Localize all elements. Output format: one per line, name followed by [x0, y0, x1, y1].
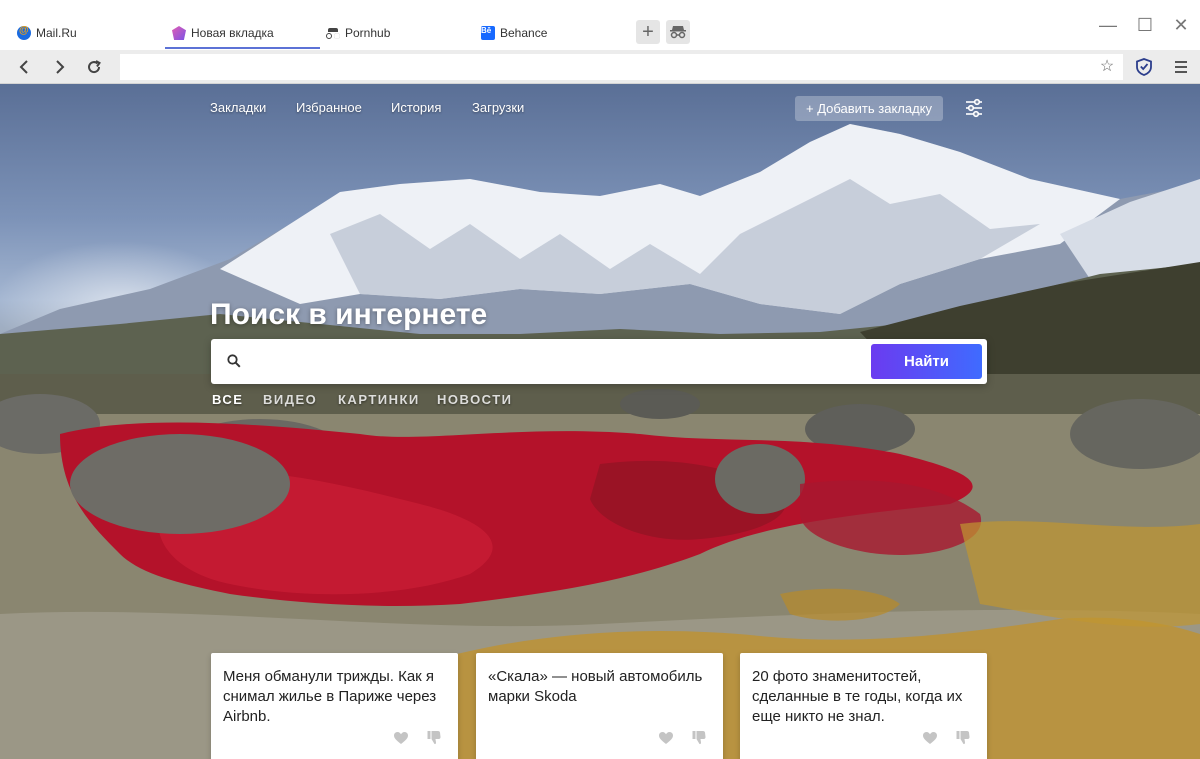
- reload-icon: [88, 60, 101, 74]
- nav-history[interactable]: История: [391, 100, 441, 115]
- incognito-icon: [670, 26, 686, 39]
- reload-button[interactable]: [82, 55, 106, 79]
- news-card-title: Меня обманули трижды. Как я снимал жилье…: [223, 668, 437, 725]
- tab-label: Mail.Ru: [36, 26, 77, 40]
- close-button[interactable]: ✕: [1170, 14, 1192, 36]
- new-tab-page: Закладки Избранное История Загрузки + До…: [0, 84, 1200, 759]
- nav-bookmarks[interactable]: Закладки: [210, 100, 266, 115]
- tab-behance[interactable]: Bē Behance: [481, 20, 547, 46]
- tab-label: Behance: [500, 26, 548, 40]
- behance-icon: Bē: [481, 26, 495, 40]
- news-card-title: «Скала» — новый автомобиль марки Skoda: [488, 668, 703, 705]
- minimize-button[interactable]: —: [1097, 14, 1119, 36]
- tab-bar: Mail.Ru Новая вкладка Pornhub Bē Behance…: [0, 0, 1200, 50]
- tab-label: Pornhub: [345, 26, 391, 40]
- thumbs-down-icon[interactable]: [692, 730, 706, 745]
- chevron-right-icon: [56, 60, 65, 74]
- search-input[interactable]: [253, 345, 863, 378]
- like-heart-icon[interactable]: [922, 731, 938, 745]
- add-bookmark-button[interactable]: + Добавить закладку: [795, 96, 943, 121]
- bookmark-star-icon[interactable]: ☆: [1098, 58, 1116, 76]
- like-heart-icon[interactable]: [393, 731, 409, 745]
- active-tab-indicator: [165, 47, 320, 49]
- tab-pornhub[interactable]: Pornhub: [326, 20, 390, 46]
- mailru-icon: [17, 25, 31, 40]
- new-tab-button[interactable]: +: [636, 20, 660, 44]
- nav-favorites[interactable]: Избранное: [296, 100, 362, 115]
- like-heart-icon[interactable]: [658, 731, 674, 745]
- search-button[interactable]: Найти: [871, 344, 982, 379]
- thumbs-down-icon[interactable]: [956, 730, 970, 745]
- menu-icon[interactable]: [1172, 58, 1190, 76]
- tab-mailru[interactable]: Mail.Ru: [17, 20, 77, 46]
- nav-downloads[interactable]: Загрузки: [472, 100, 524, 115]
- news-card[interactable]: 20 фото знаменитостей, сделанные в те го…: [740, 653, 987, 759]
- settings-sliders-icon[interactable]: [964, 98, 984, 118]
- search-box: Найти: [211, 339, 987, 384]
- tab-label: Новая вкладка: [191, 26, 274, 40]
- search-tab-images[interactable]: КАРТИНКИ: [338, 392, 420, 407]
- maximize-button[interactable]: ☐: [1134, 14, 1156, 36]
- search-tab-all[interactable]: ВСЕ: [212, 392, 243, 407]
- news-card[interactable]: Меня обманули трижды. Как я снимал жилье…: [211, 653, 458, 759]
- new-tab-icon: [172, 26, 186, 40]
- search-tab-news[interactable]: НОВОСТИ: [437, 392, 513, 407]
- address-bar: ☆: [0, 50, 1200, 84]
- thumbs-down-icon[interactable]: [427, 730, 441, 745]
- news-card-title: 20 фото знаменитостей, сделанные в те го…: [752, 668, 963, 725]
- incognito-icon: [326, 28, 340, 39]
- incognito-tab-button[interactable]: [666, 20, 690, 44]
- search-icon: [227, 354, 241, 368]
- search-title: Поиск в интернете: [210, 298, 488, 331]
- news-card[interactable]: «Скала» — новый автомобиль марки Skoda: [476, 653, 723, 759]
- tab-new-tab[interactable]: Новая вкладка: [172, 20, 274, 46]
- search-tab-video[interactable]: ВИДЕО: [263, 392, 317, 407]
- forward-button[interactable]: [48, 55, 72, 79]
- chevron-left-icon: [19, 60, 28, 74]
- back-button[interactable]: [12, 55, 36, 79]
- address-input[interactable]: [120, 54, 1123, 80]
- shield-icon[interactable]: [1136, 58, 1152, 76]
